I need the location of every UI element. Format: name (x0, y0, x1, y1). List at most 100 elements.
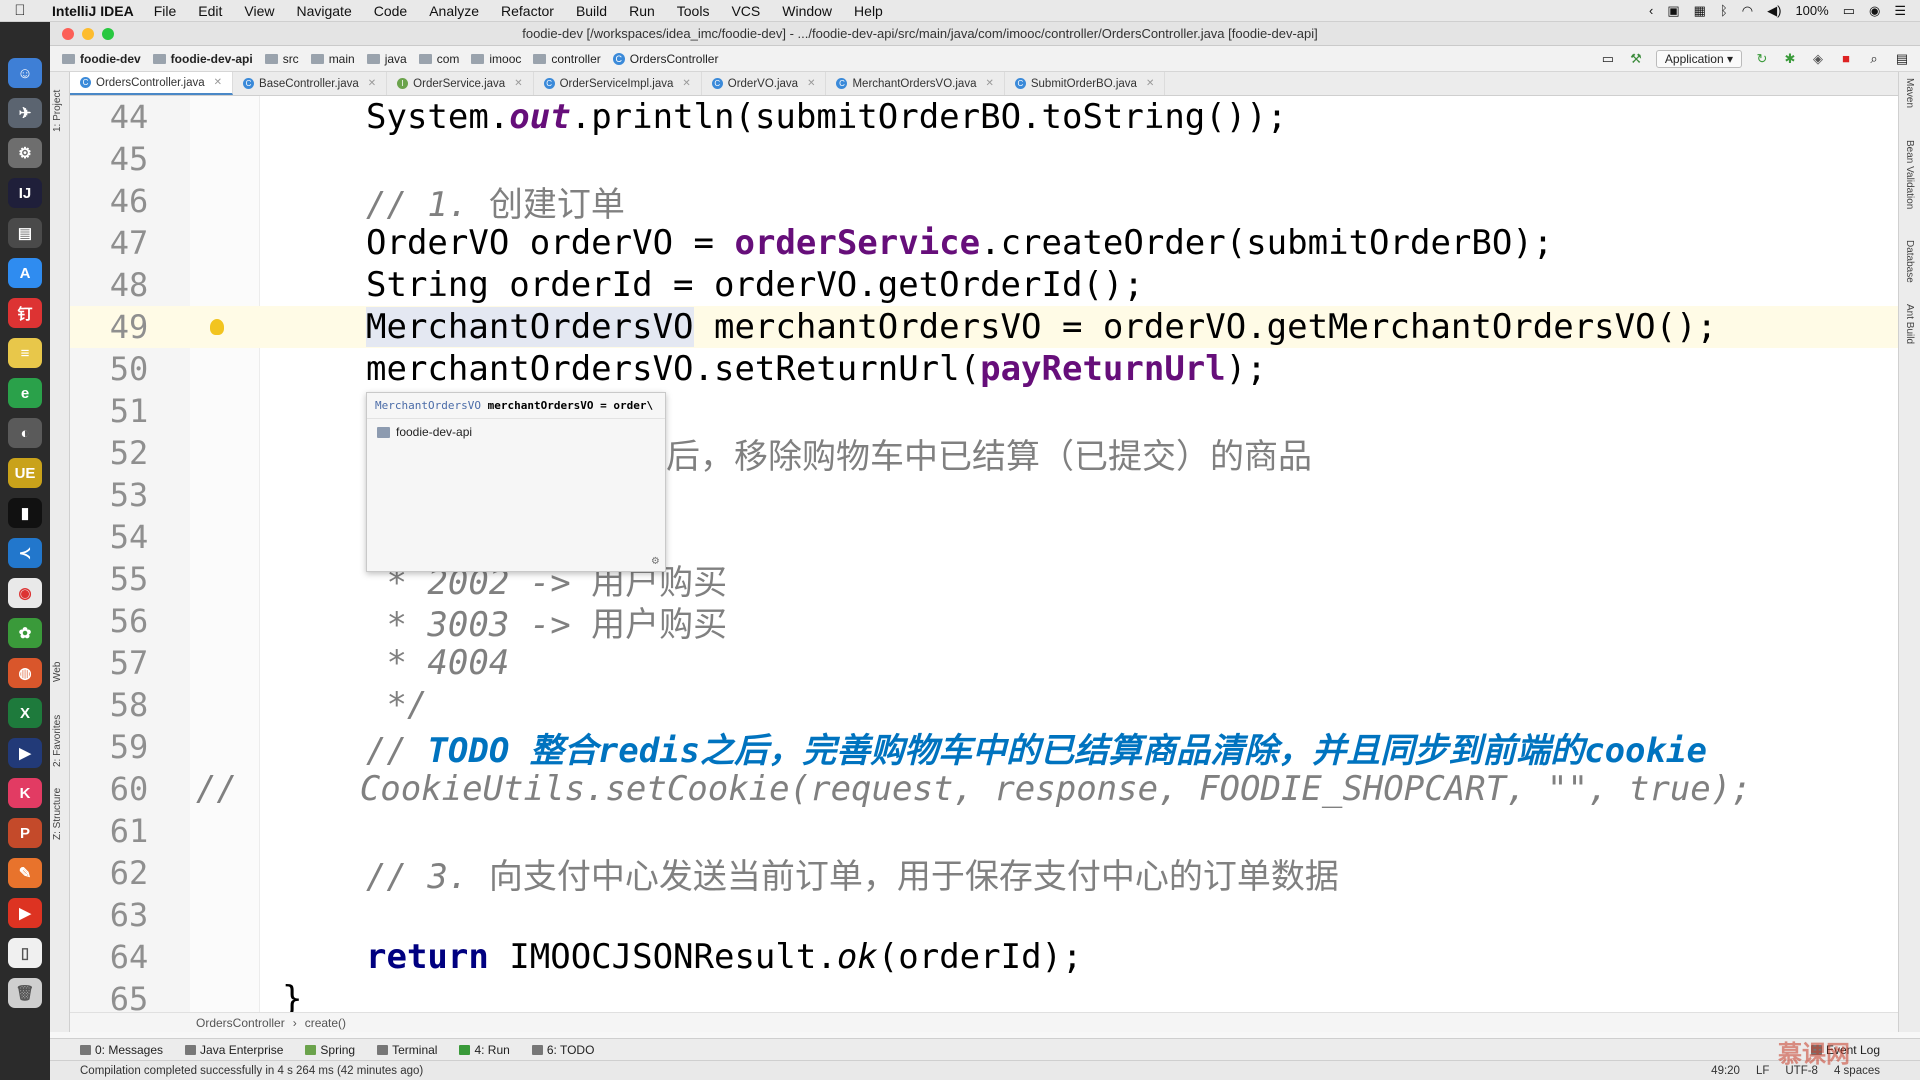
menu-build[interactable]: Build (576, 3, 607, 19)
tab-orders-controller[interactable]: C OrdersController.java ✕ (70, 72, 234, 95)
code-line-49-current[interactable]: 49 MerchantOrdersVO merchantOrdersVO = o… (70, 306, 1898, 348)
caret-position[interactable]: 49:20 (1711, 1065, 1740, 1077)
close-icon[interactable]: ✕ (807, 78, 815, 89)
java-enterprise-tool-button[interactable]: Java Enterprise (185, 1043, 283, 1057)
bluetooth-icon[interactable]: ᛒ (1720, 3, 1728, 18)
breadcrumb-class[interactable]: OrdersController (196, 1016, 285, 1030)
close-icon[interactable]: ✕ (368, 78, 376, 89)
code-line-47[interactable]: 47 OrderVO orderVO = orderService.create… (70, 222, 1898, 264)
crumb-controller[interactable]: controller (533, 52, 601, 66)
code-line-62[interactable]: 62 // 3. 向支付中心发送当前订单，用于保存支付中心的订单数据 (70, 852, 1898, 897)
terminal-tool-button[interactable]: Terminal (377, 1043, 437, 1057)
quicktime-icon[interactable]: ▶ (8, 738, 42, 768)
code-line-63[interactable]: 63 (70, 894, 1898, 936)
debug-icon[interactable]: ✱ (1782, 51, 1798, 67)
coverage-icon[interactable]: ◈ (1810, 51, 1826, 67)
code-line-56[interactable]: 56 * 3003 -> 用户购买 (70, 600, 1898, 645)
menu-navigate[interactable]: Navigate (296, 3, 351, 19)
apple-logo-icon[interactable]:  (0, 2, 40, 19)
close-icon[interactable]: ✕ (682, 78, 690, 89)
web-tool-tab[interactable]: Web (52, 662, 63, 682)
menu-refactor[interactable]: Refactor (501, 3, 554, 19)
favorites-tool-tab[interactable]: 2: Favorites (52, 715, 63, 767)
calendar-icon[interactable]: ▦ (1694, 3, 1706, 19)
code-line-52[interactable]: 52 后，移除购物车中已结算（已提交）的商品 (70, 432, 1898, 477)
code-line-58[interactable]: 58 */ (70, 684, 1898, 726)
structure-tool-tab[interactable]: Z: Structure (52, 788, 63, 840)
code-line-60[interactable]: 60 // CookieUtils.setCookie(request, res… (70, 768, 1898, 810)
crumb-com[interactable]: com (418, 52, 459, 66)
code-editor[interactable]: 44 System.out.println(submitOrderBO.toSt… (70, 96, 1898, 1012)
lightbulb-icon[interactable] (210, 319, 224, 335)
usages-popup[interactable]: MerchantOrdersVO merchantOrdersVO = orde… (366, 392, 666, 572)
gear-icon[interactable]: ⚙ (652, 553, 659, 567)
powerpoint-icon[interactable]: P (8, 818, 42, 848)
pdf-app-icon[interactable]: ▶ (8, 898, 42, 928)
crumb-class[interactable]: C OrdersController (612, 52, 718, 66)
maven-tool-tab[interactable]: Maven (1904, 78, 1915, 108)
menu-help[interactable]: Help (854, 3, 883, 19)
code-line-50[interactable]: 50 merchantOrdersVO.setReturnUrl(payRetu… (70, 348, 1898, 390)
launchpad-icon[interactable]: ✈ (8, 98, 42, 128)
evernote-icon[interactable]: e (8, 378, 42, 408)
chevron-left-icon[interactable]: ‹ (1649, 3, 1653, 18)
code-line-64[interactable]: 64 return IMOOCJSONResult.ok(orderId); (70, 936, 1898, 978)
close-icon[interactable]: ✕ (214, 77, 222, 88)
bean-validation-tool-tab[interactable]: Bean Validation (1904, 140, 1915, 209)
tab-order-service-impl[interactable]: C OrderServiceImpl.java ✕ (534, 72, 702, 95)
menu-run[interactable]: Run (629, 3, 655, 19)
rerun-icon[interactable]: ↻ (1754, 51, 1770, 67)
menu-code[interactable]: Code (374, 3, 407, 19)
volume-icon[interactable]: ◀) (1767, 3, 1781, 19)
database-tool-tab[interactable]: Database (1904, 240, 1915, 283)
code-line-51[interactable]: 51 (70, 390, 1898, 432)
terminal-icon[interactable]: ▤ (8, 218, 42, 248)
code-line-45[interactable]: 45 (70, 138, 1898, 180)
red-app-icon[interactable]: 钉 (8, 298, 42, 328)
notification-center-icon[interactable]: ☰ (1894, 3, 1906, 19)
menu-view[interactable]: View (244, 3, 274, 19)
document-icon[interactable]: ▯ (8, 938, 42, 968)
screen-icon[interactable]: ▣ (1667, 3, 1679, 19)
code-line-53[interactable]: 53 (70, 474, 1898, 516)
code-line-44[interactable]: 44 System.out.println(submitOrderBO.toSt… (70, 96, 1898, 138)
sketch-icon[interactable]: K (8, 778, 42, 808)
search-icon[interactable]: ⌕ (1866, 51, 1882, 67)
tab-merchant-orders-vo[interactable]: C MerchantOrdersVO.java ✕ (826, 72, 1005, 95)
pencil-app-icon[interactable]: ✎ (8, 858, 42, 888)
menu-window[interactable]: Window (782, 3, 832, 19)
photo-app-icon[interactable]: ◐ (8, 418, 42, 448)
code-line-57[interactable]: 57 * 4004 (70, 642, 1898, 684)
code-line-46[interactable]: 46 // 1. 创建订单 (70, 180, 1898, 225)
tab-base-controller[interactable]: C BaseController.java ✕ (233, 72, 388, 95)
crumb-java[interactable]: java (366, 52, 407, 66)
minimize-window-button[interactable] (82, 27, 94, 40)
tab-submit-order-bo[interactable]: C SubmitOrderBO.java ✕ (1005, 72, 1166, 95)
finder-icon[interactable]: ☺ (8, 58, 42, 88)
crumb-project[interactable]: foodie-dev (62, 52, 141, 66)
app-name-menu[interactable]: IntelliJ IDEA (52, 3, 134, 19)
code-line-48[interactable]: 48 String orderId = orderVO.getOrderId()… (70, 264, 1898, 306)
menu-file[interactable]: File (154, 3, 177, 19)
ant-build-tool-tab[interactable]: Ant Build (1904, 304, 1915, 344)
messages-tool-button[interactable]: 0: Messages (80, 1043, 163, 1057)
code-line-59[interactable]: 59 // TODO 整合redis之后，完善购物车中的已结算商品清除，并且同步… (70, 726, 1898, 771)
status-message[interactable]: Compilation completed successfully in 4 … (80, 1065, 423, 1077)
run-tool-button[interactable]: 4: Run (459, 1043, 510, 1057)
battery-percent[interactable]: 100% (1795, 3, 1828, 18)
breadcrumb-method[interactable]: create() (305, 1016, 346, 1030)
close-icon[interactable]: ✕ (514, 78, 522, 89)
ue-editor-icon[interactable]: UE (8, 458, 42, 488)
project-tool-tab[interactable]: 1: Project (52, 90, 63, 132)
tab-order-vo[interactable]: C OrderVO.java ✕ (702, 72, 827, 95)
layout-icon[interactable]: ▭ (1600, 51, 1616, 67)
tab-order-service[interactable]: I OrderService.java ✕ (387, 72, 534, 95)
excel-icon[interactable]: X (8, 698, 42, 728)
code-line-54[interactable]: 54 (70, 516, 1898, 558)
menu-vcs[interactable]: VCS (731, 3, 760, 19)
spring-tool-button[interactable]: Spring (305, 1043, 355, 1057)
presentation-icon[interactable]: ▤ (1894, 51, 1910, 67)
todo-tool-button[interactable]: 6: TODO (531, 1043, 594, 1057)
wifi-icon[interactable]: ◠ (1742, 3, 1753, 19)
intellij-icon[interactable]: IJ (8, 178, 42, 208)
